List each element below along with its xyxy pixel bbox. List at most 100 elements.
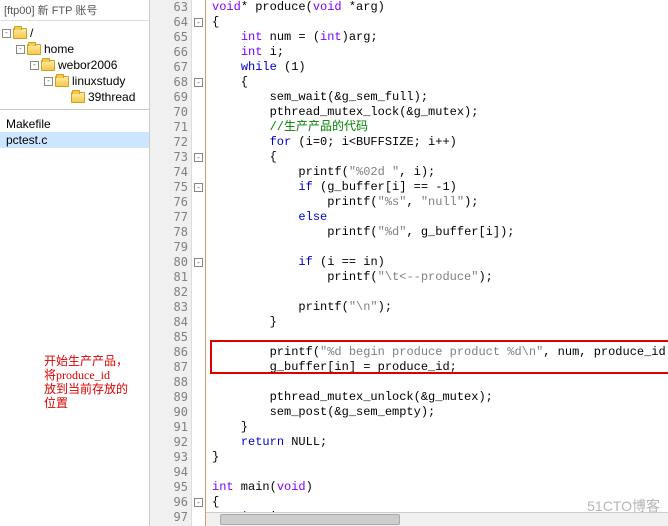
code-line[interactable]: printf("%d", g_buffer[i]); (212, 225, 668, 240)
fold-marker[interactable]: - (194, 78, 203, 87)
line-number: 67 (150, 60, 188, 75)
fold-marker[interactable]: - (194, 183, 203, 192)
line-number: 73 (150, 150, 188, 165)
folder-tree-panel: -/-home-webor2006-linuxstudy39thread (0, 21, 149, 110)
tree-item[interactable]: -webor2006 (2, 57, 147, 73)
annotation-line: 开始生产产品， (44, 354, 128, 368)
line-number: 68 (150, 75, 188, 90)
code-line[interactable]: printf("\t<--produce"); (212, 270, 668, 285)
code-line[interactable]: pthread_mutex_lock(&g_mutex); (212, 105, 668, 120)
line-number: 71 (150, 120, 188, 135)
folder-icon (55, 76, 69, 87)
expander-icon[interactable]: - (30, 61, 39, 70)
code-line[interactable]: int i; (212, 45, 668, 60)
expander-icon[interactable]: - (44, 77, 53, 86)
tree-label: home (44, 42, 74, 56)
line-number: 77 (150, 210, 188, 225)
annotation-line: 位置 (44, 396, 128, 410)
code-line[interactable]: printf("\n"); (212, 300, 668, 315)
code-line[interactable]: sem_wait(&g_sem_full); (212, 90, 668, 105)
fold-marker[interactable]: - (194, 258, 203, 267)
line-number: 74 (150, 165, 188, 180)
file-item[interactable]: pctest.c (0, 132, 149, 148)
code-line[interactable]: sem_post(&g_sem_empty); (212, 405, 668, 420)
tree-item[interactable]: 39thread (2, 89, 147, 105)
folder-icon (71, 92, 85, 103)
connection-title: [ftp00] 新 FTP 账号 (0, 0, 149, 21)
scroll-thumb[interactable] (220, 514, 400, 525)
code-line[interactable] (212, 240, 668, 255)
tree-item[interactable]: - home (2, 41, 147, 57)
highlight-box (210, 340, 668, 374)
sidebar: [ftp00] 新 FTP 账号 -/-home-webor2006-linux… (0, 0, 150, 526)
code-line[interactable]: void* produce(void *arg) (212, 0, 668, 15)
code-line[interactable]: else (212, 210, 668, 225)
folder-icon (13, 28, 27, 39)
tree-item[interactable]: - linuxstudy (2, 73, 147, 89)
annotation-line: 将produce_id (44, 368, 128, 382)
code-line[interactable]: pthread_mutex_unlock(&g_mutex); (212, 390, 668, 405)
code-line[interactable]: printf("%s", "null"); (212, 195, 668, 210)
line-number: 87 (150, 360, 188, 375)
tree-label: linuxstudy (72, 74, 125, 88)
code-line[interactable]: if (g_buffer[i] == -1) (212, 180, 668, 195)
fold-marker[interactable]: - (194, 18, 203, 27)
code-area[interactable]: void* produce(void *arg){ int num = (int… (206, 0, 668, 525)
line-number: 92 (150, 435, 188, 450)
line-number: 66 (150, 45, 188, 60)
file-list-panel: Makefilepctest.c (0, 110, 149, 526)
line-number: 80 (150, 255, 188, 270)
code-line[interactable]: for (i=0; i<BUFFSIZE; i++) (212, 135, 668, 150)
line-number: 96 (150, 495, 188, 510)
code-line[interactable]: } (212, 315, 668, 330)
folder-tree: -/-home-webor2006-linuxstudy39thread (2, 23, 147, 107)
tree-label: / (30, 26, 33, 40)
line-number: 97 (150, 510, 188, 525)
code-line[interactable]: //生产产品的代码 (212, 120, 668, 135)
tree-item[interactable]: -/ (2, 25, 147, 41)
code-editor[interactable]: 6364656667686970717273747576777879808182… (150, 0, 668, 526)
line-number: 65 (150, 30, 188, 45)
fold-marker[interactable]: - (194, 498, 203, 507)
code-line[interactable]: int num = (int)arg; (212, 30, 668, 45)
code-line[interactable]: } (212, 450, 668, 465)
line-number: 75 (150, 180, 188, 195)
line-number: 76 (150, 195, 188, 210)
code-line[interactable] (212, 465, 668, 480)
line-number: 70 (150, 105, 188, 120)
code-line[interactable]: while (1) (212, 60, 668, 75)
line-number: 82 (150, 285, 188, 300)
watermark: 51CTO博客 (587, 496, 660, 516)
line-number: 81 (150, 270, 188, 285)
code-line[interactable]: { (212, 15, 668, 30)
code-line[interactable]: { (212, 75, 668, 90)
file-list: Makefilepctest.c (0, 116, 149, 148)
line-number: 84 (150, 315, 188, 330)
line-number: 78 (150, 225, 188, 240)
annotation-line: 放到当前存放的 (44, 382, 128, 396)
code-line[interactable] (212, 375, 668, 390)
code-line[interactable]: } (212, 420, 668, 435)
code-line[interactable]: if (i == in) (212, 255, 668, 270)
line-number: 90 (150, 405, 188, 420)
fold-marker[interactable]: - (194, 153, 203, 162)
line-number: 89 (150, 390, 188, 405)
annotation-text: 开始生产产品， 将produce_id 放到当前存放的 位置 (44, 354, 128, 410)
line-number: 93 (150, 450, 188, 465)
expander-icon[interactable]: - (2, 29, 11, 38)
line-number: 91 (150, 420, 188, 435)
line-number: 88 (150, 375, 188, 390)
code-line[interactable] (212, 285, 668, 300)
tree-label: 39thread (88, 90, 135, 104)
code-line[interactable]: { (212, 150, 668, 165)
line-number: 69 (150, 90, 188, 105)
file-item[interactable]: Makefile (0, 116, 149, 132)
code-line[interactable]: printf("%02d ", i); (212, 165, 668, 180)
line-number: 94 (150, 465, 188, 480)
line-number: 95 (150, 480, 188, 495)
expander-icon[interactable]: - (16, 45, 25, 54)
code-line[interactable]: int main(void) (212, 480, 668, 495)
line-number: 83 (150, 300, 188, 315)
code-line[interactable]: return NULL; (212, 435, 668, 450)
line-number: 72 (150, 135, 188, 150)
